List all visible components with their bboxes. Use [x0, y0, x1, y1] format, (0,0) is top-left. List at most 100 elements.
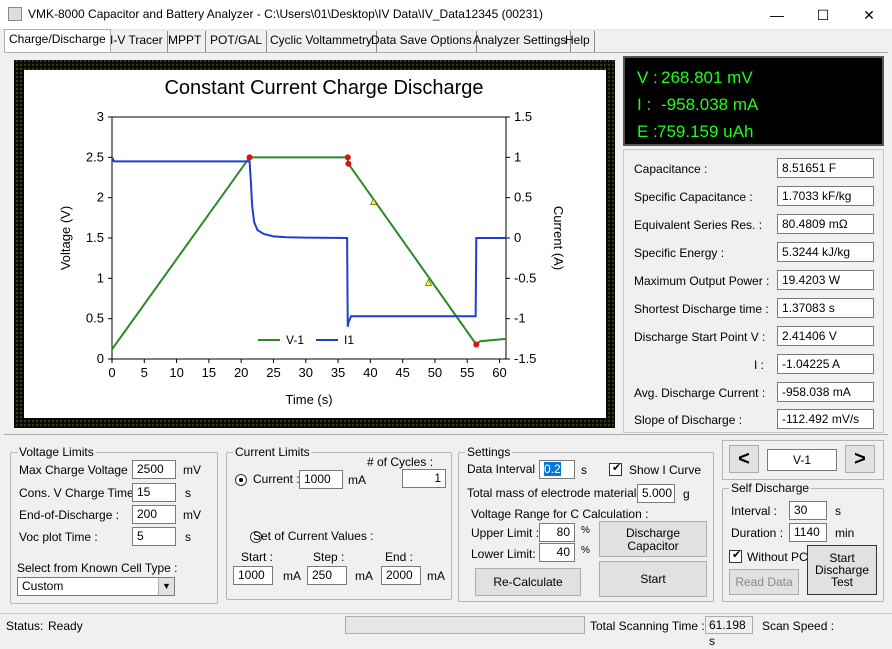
discharge-capacitor-label-2: Capacitor: [627, 539, 679, 553]
step-input[interactable]: 250: [307, 566, 347, 585]
tab-data-save-options[interactable]: Data Save Options: [367, 31, 477, 52]
window-title: VMK-8000 Capacitor and Battery Analyzer …: [28, 7, 543, 21]
eod-unit: mV: [183, 508, 201, 522]
chart-area: Constant Current Charge Discharge 0 5 10 15 2…: [24, 70, 606, 418]
legend-label: I1: [344, 333, 354, 347]
legend-label: V-1: [286, 333, 304, 347]
cons-v-input[interactable]: 15: [132, 483, 176, 502]
lower-limit-input[interactable]: 40: [539, 543, 575, 562]
max-charge-input[interactable]: 2500: [132, 460, 176, 479]
x-tick-label: 35: [331, 365, 345, 380]
mass-unit: g: [683, 487, 690, 501]
tab-charge-discharge[interactable]: Charge/Discharge: [4, 29, 111, 52]
voc-input[interactable]: 5: [132, 527, 176, 546]
y-tick-label: 0: [97, 351, 104, 366]
cell-type-select[interactable]: Custom ▼: [17, 577, 175, 596]
close-button[interactable]: ✕: [846, 0, 892, 30]
stat-label: Capacitance :: [634, 162, 708, 176]
start-unit: mA: [283, 569, 301, 583]
current-input[interactable]: 1000: [299, 470, 343, 489]
current-readout-label: I :: [637, 95, 652, 114]
start-label: Start :: [241, 550, 274, 564]
sd-start-label-3: Test: [830, 575, 853, 589]
mass-input[interactable]: 5.000: [637, 484, 675, 503]
data-interval-input[interactable]: 0.2: [539, 460, 575, 479]
y-tick-label: 0.5: [86, 311, 104, 326]
live-readout: V : 268.801 mV I : -958.038 mA E : 759.1…: [623, 56, 884, 146]
cell-type-value: Custom: [22, 579, 64, 593]
y2-tick-label: 0.5: [514, 190, 532, 205]
tab-iv-tracer[interactable]: I-V Tracer: [106, 31, 168, 52]
chevron-down-icon[interactable]: ▼: [158, 578, 174, 595]
sd-interval-input[interactable]: 30: [789, 501, 827, 520]
minimize-button[interactable]: —: [754, 0, 800, 30]
tab-analyzer-settings[interactable]: Analyzer Settings: [469, 31, 572, 52]
x-tick-label: 40: [363, 365, 377, 380]
max-charge-label: Max Charge Voltage :: [19, 463, 135, 477]
stat-value: 5.3244 kJ/kg: [777, 242, 874, 262]
app-icon: [8, 7, 22, 21]
tab-pot-gal[interactable]: POT/GAL: [206, 31, 268, 52]
prev-channel-button[interactable]: <: [729, 445, 759, 473]
title-bar: VMK-8000 Capacitor and Battery Analyzer …: [0, 0, 892, 30]
upper-limit-input[interactable]: 80: [539, 523, 575, 542]
x-tick-label: 45: [395, 365, 409, 380]
cycles-input[interactable]: 1: [402, 469, 446, 488]
stat-value: -958.038 mA: [777, 382, 874, 402]
scan-time-value: 61.198 s: [705, 616, 753, 648]
current-readout: -958.038 mA: [661, 95, 759, 114]
end-input[interactable]: 2000: [381, 566, 421, 585]
cons-v-unit: s: [185, 486, 191, 500]
maximize-button[interactable]: ☐: [800, 0, 846, 30]
y-tick-label: 1.5: [86, 230, 104, 245]
stat-value: 1.37083 s: [777, 298, 874, 318]
current-limits-title: Current Limits: [233, 445, 312, 459]
discharge-capacitor-button[interactable]: Discharge Capacitor: [599, 521, 707, 557]
stat-label: Equivalent Series Res. :: [634, 218, 763, 232]
status-bar: Status: Ready Total Scanning Time : 61.1…: [0, 613, 892, 648]
y2-tick-label: -1.5: [514, 351, 536, 366]
tab-strip: Charge/Discharge I-V Tracer MPPT POT/GAL…: [4, 29, 614, 52]
tab-help[interactable]: Help: [561, 31, 595, 52]
x-tick-label: 25: [266, 365, 280, 380]
eod-input[interactable]: 200: [132, 505, 176, 524]
upper-limit-unit: %: [581, 525, 590, 536]
x-tick-label: 0: [108, 365, 115, 380]
energy-readout: 759.159 uAh: [657, 122, 754, 141]
y2-axis-label: Current (A): [551, 206, 566, 270]
stat-value: 1.7033 kF/kg: [777, 186, 874, 206]
stat-label: Maximum Output Power :: [634, 274, 770, 288]
cons-v-label: Cons. V Charge Time :: [19, 486, 141, 500]
tab-cyclic-voltammetry[interactable]: Cyclic Voltammetry: [266, 31, 378, 52]
x-tick-label: 30: [299, 365, 313, 380]
current-radio[interactable]: [235, 473, 247, 486]
stat-value: 8.51651 F: [777, 158, 874, 178]
x-tick-label: 60: [492, 365, 506, 380]
vrange-label: Voltage Range for C Calculation :: [471, 507, 649, 521]
y-tick-label: 2.5: [86, 149, 104, 164]
data-interval-value: 0.2: [544, 462, 561, 476]
voltage-limits-group: Voltage Limits Max Charge Voltage : 2500…: [10, 445, 218, 604]
stat-label: Specific Capacitance :: [634, 190, 753, 204]
start-button[interactable]: Start: [599, 561, 707, 597]
chart-title: Constant Current Charge Discharge: [164, 77, 483, 99]
stat-label: Specific Energy :: [634, 246, 725, 260]
sd-interval-label: Interval :: [731, 504, 778, 518]
sd-duration-input[interactable]: 1140: [789, 523, 827, 542]
read-data-button[interactable]: Read Data: [729, 569, 799, 595]
progress-bar: [345, 616, 585, 634]
current-unit: mA: [348, 473, 366, 487]
self-discharge-group: Self Discharge Interval : 30 s Duration …: [722, 481, 884, 602]
start-input[interactable]: 1000: [233, 566, 273, 585]
without-pc-checkbox[interactable]: ✔: [729, 549, 742, 564]
marker-point: [345, 160, 352, 167]
tab-mppt[interactable]: MPPT: [164, 31, 207, 52]
stat-label: Slope of Discharge :: [634, 413, 743, 427]
voltage-readout: 268.801 mV: [661, 68, 753, 87]
start-discharge-test-button[interactable]: Start Discharge Test: [807, 545, 877, 595]
x-tick-label: 10: [169, 365, 183, 380]
next-channel-button[interactable]: >: [845, 445, 875, 473]
show-i-checkbox[interactable]: ✔: [609, 462, 622, 477]
channel-display: V-1: [767, 449, 837, 471]
recalculate-button[interactable]: Re-Calculate: [475, 568, 581, 596]
